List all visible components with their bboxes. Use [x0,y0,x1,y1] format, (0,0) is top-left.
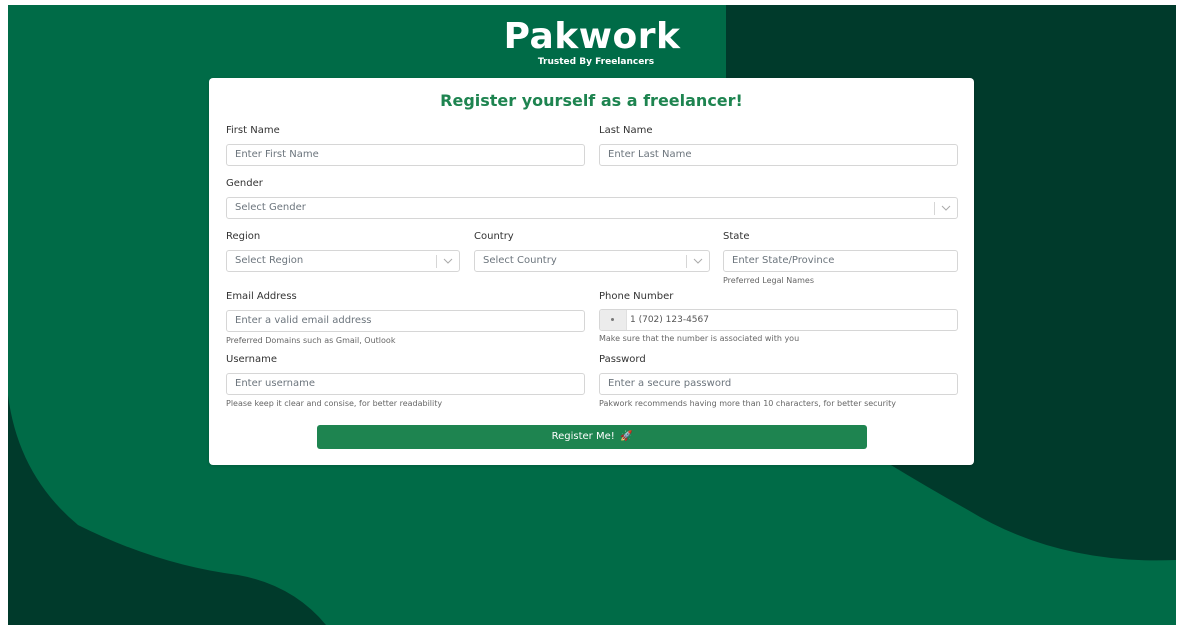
registration-card: Register yourself as a freelancer! First… [209,78,974,465]
email-input[interactable]: Enter a valid email address [226,310,585,332]
chevron-down-icon [443,258,453,264]
brand-logo: Pakwork [503,16,681,57]
form-title: Register yourself as a freelancer! [440,91,743,110]
brand-tagline: Trusted By Freelancers [537,57,655,67]
country-select[interactable]: Select Country [474,250,710,272]
last-name-input[interactable]: Enter Last Name [599,144,958,166]
gender-select-value: Select Gender [235,202,306,213]
last-name-label: Last Name [599,125,653,136]
register-button[interactable]: Register Me! 🚀 [317,425,867,449]
username-label: Username [226,354,277,365]
password-input[interactable]: Enter a secure password [599,373,958,395]
phone-label: Phone Number [599,291,674,302]
chevron-down-icon [693,258,703,264]
phone-input[interactable]: 1 (702) 123-4567 [599,309,958,331]
select-divider [934,202,935,215]
first-name-label: First Name [226,125,280,136]
flag-icon [611,318,614,321]
country-select-value: Select Country [483,255,557,266]
register-button-label: Register Me! [551,431,615,442]
first-name-input[interactable]: Enter First Name [226,144,585,166]
gender-label: Gender [226,178,263,189]
select-divider [686,255,687,268]
password-label: Password [599,354,646,365]
email-label: Email Address [226,291,297,302]
region-select-value: Select Region [235,255,304,266]
state-label: State [723,231,750,242]
country-label: Country [474,231,514,242]
chevron-down-icon [941,205,951,211]
username-input[interactable]: Enter username [226,373,585,395]
password-hint: Pakwork recommends having more than 10 c… [599,399,897,408]
state-input[interactable]: Enter State/Province [723,250,958,272]
phone-hint: Make sure that the number is associated … [599,334,800,343]
gender-select[interactable]: Select Gender [226,197,958,219]
country-flag-dropdown[interactable] [600,310,627,330]
page-background: Pakwork Trusted By Freelancers Register … [8,5,1176,625]
rocket-icon: 🚀 [619,431,633,442]
select-divider [436,255,437,268]
region-label: Region [226,231,261,242]
phone-input-value: 1 (702) 123-4567 [630,315,709,325]
brand-header: Pakwork Trusted By Freelancers [8,17,1176,68]
state-hint: Preferred Legal Names [723,276,815,285]
username-hint: Please keep it clear and consise, for be… [226,399,443,408]
region-select[interactable]: Select Region [226,250,460,272]
email-hint: Preferred Domains such as Gmail, Outlook [226,336,396,345]
